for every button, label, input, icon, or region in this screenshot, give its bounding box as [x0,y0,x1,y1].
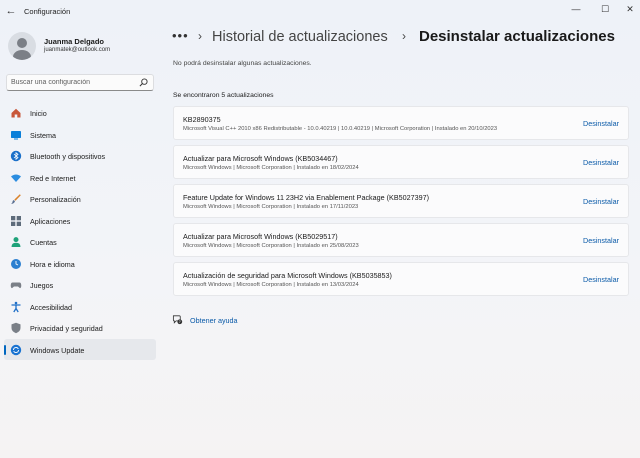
sidebar-item-label: Privacidad y seguridad [30,324,103,333]
profile-email: juanmatek@outlook.com [44,47,111,53]
list-item: Actualizar para Microsoft Windows (KB502… [173,223,629,257]
avatar[interactable] [8,32,36,60]
gamepad-icon [10,282,22,289]
title-bar: ← Configuración — ☐ ✕ [0,0,640,24]
update-list: KB2890375 Microsoft Visual C++ 2010 x86 … [173,106,629,301]
list-item: Actualizar para Microsoft Windows (KB503… [173,145,629,179]
avatar-body [13,50,31,60]
update-icon [10,344,22,355]
back-arrow-icon[interactable]: ← [4,4,18,18]
window-title: Configuración [24,7,71,16]
list-item: Actualización de seguridad para Microsof… [173,262,629,296]
sidebar-item-label: Sistema [30,130,56,140]
sidebar-item-label: Juegos [30,281,54,290]
home-icon [11,108,21,118]
search-icon[interactable] [139,78,148,87]
breadcrumb-parent-link[interactable]: Historial de actualizaciones [212,29,388,45]
uninstall-button[interactable]: Desinstalar [583,119,619,128]
sidebar-item-juegos[interactable]: Juegos [4,274,156,296]
close-icon[interactable]: ✕ [620,2,640,16]
update-details: Microsoft Windows | Microsoft Corporatio… [183,204,359,210]
uninstall-button[interactable]: Desinstalar [583,158,619,167]
sidebar-item-sistema[interactable]: Sistema [4,124,156,146]
sidebar-item-inicio[interactable]: Inicio [4,102,156,124]
help-chat-icon: ? [172,315,183,325]
bluetooth-icon [10,150,22,162]
update-details: Microsoft Windows | Microsoft Corporatio… [183,243,359,249]
sidebar-item-hora[interactable]: Hora e idioma [4,253,156,275]
sidebar-item-accesibilidad[interactable]: Accesibilidad [4,296,156,318]
uninstall-button[interactable]: Desinstalar [583,197,619,206]
update-name: Actualizar para Microsoft Windows (KB503… [183,154,338,163]
monitor-icon [11,130,21,139]
update-name: Feature Update for Windows 11 23H2 via E… [183,193,429,202]
sidebar-item-aplicaciones[interactable]: Aplicaciones [4,210,156,232]
profile-name: Juanma Delgado [44,37,105,46]
update-details: Microsoft Windows | Microsoft Corporatio… [183,165,359,171]
uninstall-button[interactable]: Desinstalar [583,236,619,245]
minimize-icon[interactable]: — [566,2,586,16]
svg-text:?: ? [179,320,181,324]
search-box[interactable] [6,74,154,91]
sidebar-item-label: Bluetooth y dispositivos [30,152,106,161]
list-item: Feature Update for Windows 11 23H2 via E… [173,184,629,218]
get-help-label: Obtener ayuda [190,316,238,325]
sidebar-item-label: Inicio [30,109,47,118]
globe-clock-icon [11,258,21,269]
search-input[interactable] [11,76,139,89]
sidebar-item-label: Aplicaciones [30,216,71,226]
sidebar-nav: Inicio Sistema Bluetooth y dispositivos … [4,102,156,360]
sidebar-item-label: Personalización [30,195,81,204]
sidebar-item-privacidad[interactable]: Privacidad y seguridad [4,317,156,339]
sidebar-item-personalizacion[interactable]: Personalización [4,188,156,210]
sidebar-item-label: Red e Internet [30,173,76,183]
update-name: Actualización de seguridad para Microsof… [183,271,392,280]
wifi-icon [11,174,21,182]
sidebar-item-red[interactable]: Red e Internet [4,167,156,189]
update-details: Microsoft Visual C++ 2010 x86 Redistribu… [183,126,498,132]
accessibility-icon [11,301,21,312]
sidebar-item-label: Accesibilidad [30,302,72,312]
maximize-icon[interactable]: ☐ [595,2,615,16]
update-details: Microsoft Windows | Microsoft Corporatio… [183,282,359,288]
update-count-text: Se encontraron 5 actualizaciones [173,92,274,99]
chevron-right-icon: › [198,29,202,43]
sidebar-item-windows-update[interactable]: Windows Update [4,338,156,360]
page-title: Desinstalar actualizaciones [419,28,615,45]
warning-text: No podrá desinstalar algunas actualizaci… [173,60,312,67]
update-name: KB2890375 [183,115,221,124]
list-item: KB2890375 Microsoft Visual C++ 2010 x86 … [173,106,629,140]
brush-icon [11,194,21,204]
apps-icon [11,215,21,226]
settings-window: ← Configuración — ☐ ✕ Juanma Delgado jua… [0,0,640,458]
sidebar-item-cuentas[interactable]: Cuentas [4,231,156,253]
breadcrumb-more-button[interactable]: ••• [172,28,189,43]
sidebar-item-bluetooth[interactable]: Bluetooth y dispositivos [4,145,156,167]
sidebar-item-label: Windows Update [30,345,85,355]
uninstall-button[interactable]: Desinstalar [583,275,619,284]
shield-icon [11,322,21,334]
sidebar-item-label: Cuentas [30,238,57,247]
sidebar-item-label: Hora e idioma [30,259,75,269]
chevron-right-icon: › [402,29,406,43]
avatar-head [17,38,27,48]
person-icon [11,237,21,247]
update-name: Actualizar para Microsoft Windows (KB502… [183,232,338,241]
